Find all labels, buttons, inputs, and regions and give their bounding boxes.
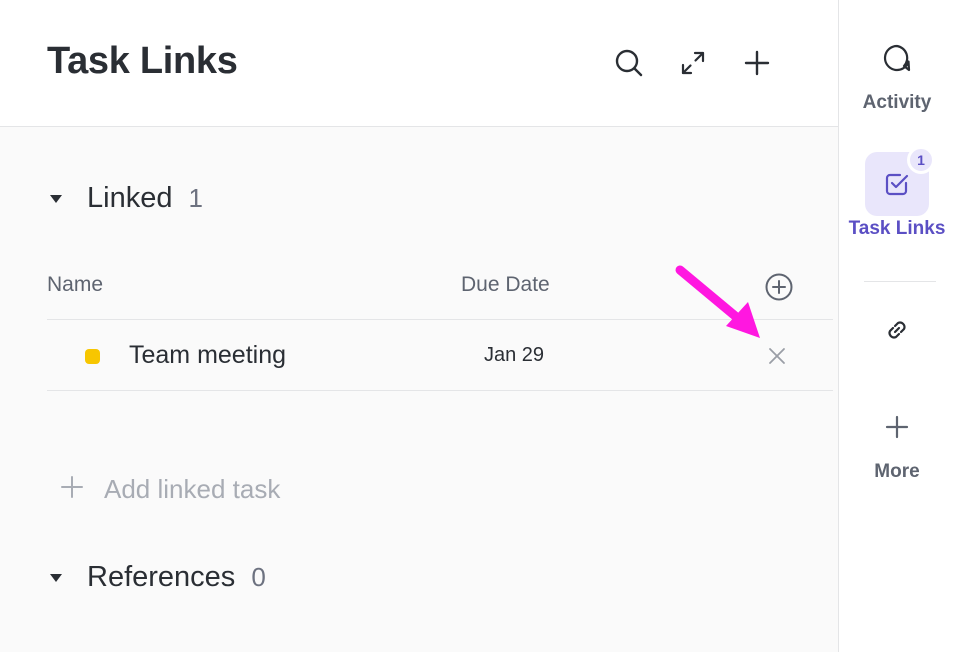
add-linked-task-label: Add linked task xyxy=(104,474,281,504)
sidebar-item-activity[interactable]: Activity xyxy=(839,26,954,114)
table-row[interactable]: Team meeting Jan 29 xyxy=(47,320,833,390)
task-links-panel: Task Links Linked 1 Name Due Date Team m… xyxy=(0,0,838,652)
page-title: Task Links xyxy=(47,40,238,82)
sidebar-item-links[interactable] xyxy=(839,298,954,362)
task-due-date[interactable]: Jan 29 xyxy=(484,344,544,367)
sidebar-label-activity: Activity xyxy=(862,92,932,113)
add-column-button[interactable] xyxy=(764,272,794,302)
sidebar-divider xyxy=(864,281,936,282)
sidebar-item-task-links[interactable]: 1 Task Links xyxy=(839,146,954,240)
chat-bubble-icon xyxy=(865,26,929,90)
references-section-title: References xyxy=(87,561,236,593)
status-indicator xyxy=(85,349,100,364)
references-section-count: 0 xyxy=(251,562,266,592)
checkbox-icon: 1 xyxy=(865,146,935,216)
column-header-due-date[interactable]: Due Date xyxy=(461,273,550,297)
linked-section-count: 1 xyxy=(188,183,203,213)
plus-icon xyxy=(865,395,929,459)
task-name[interactable]: Team meeting xyxy=(129,341,286,370)
link-icon xyxy=(865,298,929,362)
panel-header: Task Links xyxy=(0,0,838,127)
references-section-header[interactable]: References 0 xyxy=(47,561,266,594)
sidebar-label-more: More xyxy=(874,461,920,482)
sidebar-label-task-links: Task Links xyxy=(848,218,946,239)
column-header-name[interactable]: Name xyxy=(47,273,103,297)
notification-badge: 1 xyxy=(907,146,935,174)
search-icon[interactable] xyxy=(611,45,647,81)
table-divider xyxy=(47,390,833,391)
add-icon[interactable] xyxy=(739,45,775,81)
expand-icon[interactable] xyxy=(675,45,711,81)
caret-down-icon[interactable] xyxy=(47,190,65,208)
add-linked-task-button[interactable]: Add linked task xyxy=(60,474,280,505)
remove-link-button[interactable] xyxy=(765,344,789,368)
plus-icon xyxy=(60,475,84,504)
linked-section-title: Linked xyxy=(87,182,173,214)
caret-down-icon[interactable] xyxy=(47,569,65,587)
sidebar-item-more[interactable]: More xyxy=(839,395,954,483)
right-sidebar: Activity 1 Task Links More xyxy=(838,0,954,652)
linked-section-header[interactable]: Linked 1 xyxy=(47,182,203,215)
